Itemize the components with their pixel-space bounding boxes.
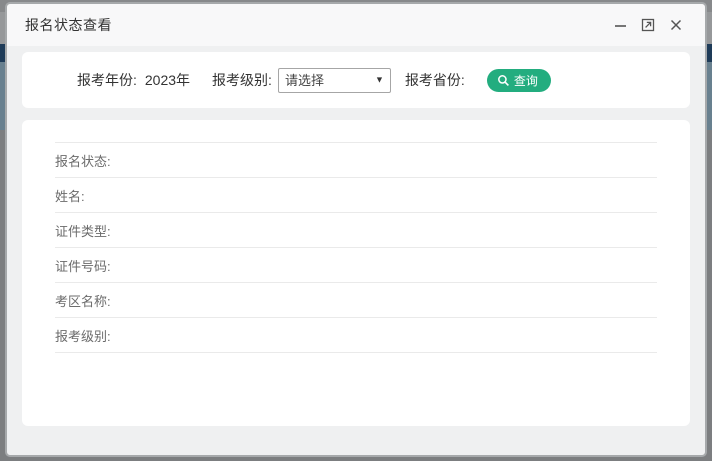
result-row-label: 报名状态: xyxy=(55,153,111,169)
minimize-icon xyxy=(614,24,626,27)
result-row-id-number: 证件号码: xyxy=(55,248,657,283)
registration-status-dialog: 报名状态查看 报考年份: 2023年 报考级别: 请选择 ▼ 报考省份: 查询 … xyxy=(5,2,707,457)
result-row-label: 姓名: xyxy=(55,188,85,204)
query-button[interactable]: 查询 xyxy=(486,68,551,92)
maximize-icon xyxy=(641,18,655,32)
close-button[interactable] xyxy=(665,14,687,36)
minimize-button[interactable] xyxy=(609,14,631,36)
query-button-label: 查询 xyxy=(513,73,538,88)
result-panel: 报名状态: 姓名: 证件类型: 证件号码: 考区名称: 报考级别: xyxy=(22,120,690,426)
result-rows: 报名状态: 姓名: 证件类型: 证件号码: 考区名称: 报考级别: xyxy=(55,142,657,353)
close-icon xyxy=(670,19,682,31)
result-row-label: 报考级别: xyxy=(55,328,111,344)
exam-year-label: 报考年份: xyxy=(77,72,137,88)
dialog-body: 报考年份: 2023年 报考级别: 请选择 ▼ 报考省份: 查询 报名状态: 姓… xyxy=(7,46,705,455)
exam-level-label: 报考级别: xyxy=(212,72,272,88)
exam-year-value: 2023年 xyxy=(144,72,191,88)
result-row-name: 姓名: xyxy=(55,178,657,213)
result-row-exam-level: 报考级别: xyxy=(55,318,657,353)
dialog-title: 报名状态查看 xyxy=(25,17,112,33)
result-row-label: 证件类型: xyxy=(55,223,111,239)
result-row-id-type: 证件类型: xyxy=(55,213,657,248)
result-row-label: 考区名称: xyxy=(55,293,111,309)
result-row-exam-area: 考区名称: xyxy=(55,283,657,318)
query-form-panel: 报考年份: 2023年 报考级别: 请选择 ▼ 报考省份: 查询 xyxy=(22,52,690,108)
result-row-status: 报名状态: xyxy=(55,143,657,178)
search-icon xyxy=(497,74,509,86)
exam-level-select-wrap: 请选择 ▼ xyxy=(277,67,391,93)
exam-level-select[interactable]: 请选择 xyxy=(277,67,391,93)
maximize-button[interactable] xyxy=(637,14,659,36)
exam-province-label: 报考省份: xyxy=(404,72,465,88)
dialog-titlebar: 报名状态查看 xyxy=(7,4,705,46)
result-row-label: 证件号码: xyxy=(55,258,111,274)
